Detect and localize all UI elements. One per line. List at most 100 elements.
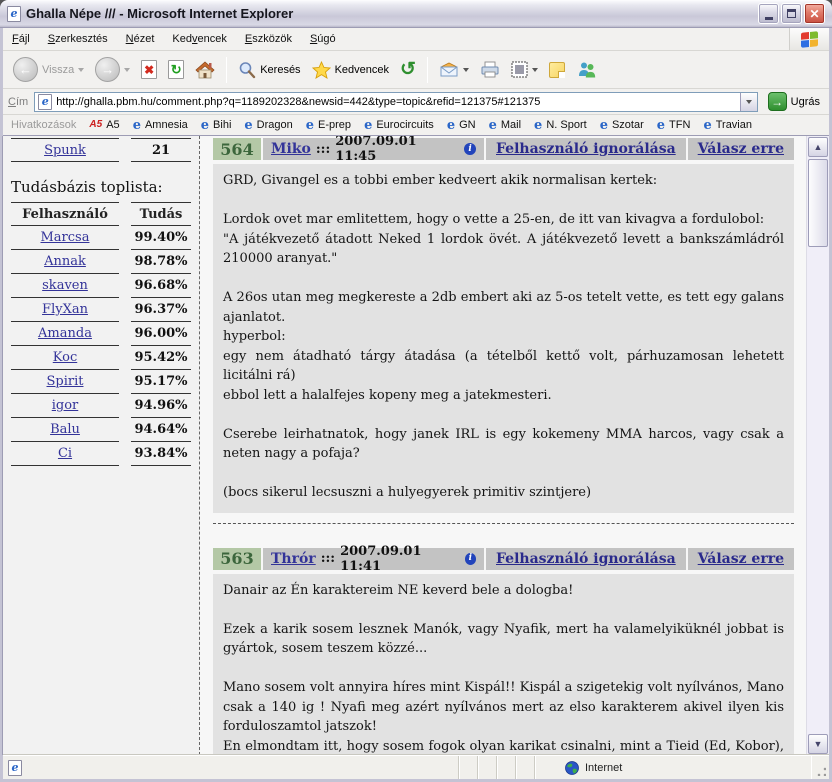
- info-icon[interactable]: i: [464, 143, 476, 155]
- back-button[interactable]: ← Vissza: [9, 55, 88, 84]
- edit-button[interactable]: [507, 59, 542, 80]
- sidebar-user-link[interactable]: Spunk: [44, 143, 86, 158]
- address-dropdown-button[interactable]: [740, 93, 757, 111]
- link-mail[interactable]: eMail: [489, 119, 521, 132]
- sidebar: Spunk 21 Tudásbázis toplista: Felhasznál…: [3, 136, 200, 755]
- post-timestamp: 2007.09.01 11:41: [340, 544, 460, 574]
- minimize-button[interactable]: [758, 3, 779, 24]
- info-icon[interactable]: i: [465, 553, 476, 565]
- messenger-button[interactable]: [572, 59, 601, 80]
- address-label: Cím: [8, 96, 28, 108]
- link-dragon[interactable]: eDragon: [244, 119, 292, 132]
- go-button[interactable]: → Ugrás: [764, 91, 824, 112]
- post-author-link[interactable]: Thrór: [271, 551, 316, 567]
- address-url: http://ghalla.pbm.hu/comment.php?q=11892…: [56, 96, 735, 108]
- ie-e-icon: e: [600, 119, 608, 132]
- link-e-prep[interactable]: eE-prep: [306, 119, 351, 132]
- post-separator-text: :::: [316, 142, 330, 157]
- forward-dropdown-icon: [124, 68, 130, 72]
- back-label: Vissza: [42, 64, 74, 76]
- link-amnesia[interactable]: eAmnesia: [133, 119, 188, 132]
- address-field[interactable]: e http://ghalla.pbm.hu/comment.php?q=118…: [34, 92, 757, 112]
- link-eurocircuits[interactable]: eEurocircuits: [364, 119, 434, 132]
- menu-item-edit[interactable]: Szerkesztés: [39, 28, 117, 50]
- status-bar: e Internet: [3, 755, 829, 779]
- title-bar: e Ghalla Népe /// - Microsoft Internet E…: [0, 0, 832, 28]
- toplist-user-link[interactable]: FlyXan: [42, 302, 88, 317]
- back-dropdown-icon: [78, 68, 84, 72]
- toplist-user-link[interactable]: skaven: [42, 278, 88, 293]
- toplist-user-link[interactable]: igor: [52, 398, 79, 413]
- window-title: Ghalla Népe /// - Microsoft Internet Exp…: [26, 6, 753, 21]
- menu-item-tools[interactable]: Eszközök: [236, 28, 301, 50]
- scrollbar-track[interactable]: [807, 158, 829, 733]
- back-icon: ←: [13, 57, 38, 82]
- status-message-pane: e: [3, 756, 459, 779]
- toplist-row: Spirit 95.17%: [3, 370, 199, 394]
- search-button[interactable]: Keresés: [234, 59, 304, 81]
- toplist-user-cell: Marcsa: [11, 226, 119, 250]
- scroll-down-button[interactable]: ▼: [808, 734, 828, 754]
- refresh-button[interactable]: ↻: [164, 58, 188, 81]
- toplist-value-cell: 95.17%: [131, 370, 191, 394]
- link-bihi[interactable]: eBihi: [201, 119, 232, 132]
- reply-link[interactable]: Válasz erre: [698, 141, 784, 157]
- favorites-button[interactable]: Kedvencek: [308, 59, 393, 81]
- internet-globe-icon: [565, 761, 579, 775]
- address-bar: Cím e http://ghalla.pbm.hu/comment.php?q…: [3, 89, 829, 115]
- link-travian[interactable]: eTravian: [703, 119, 752, 132]
- close-button[interactable]: ✕: [804, 3, 825, 24]
- menu-items: FájlSzerkesztésNézetKedvencekEszközökSúg…: [3, 28, 345, 50]
- toplist-row: FlyXan96.37%: [3, 298, 199, 322]
- link-a5[interactable]: A5A5: [89, 119, 119, 131]
- stop-button[interactable]: ✖: [137, 58, 161, 81]
- posts-container: 564Miko:::2007.09.01 11:45iFelhasználó i…: [213, 138, 794, 755]
- toplist-user-link[interactable]: Ci: [58, 446, 72, 461]
- forum-post: 563Thrór:::2007.09.01 11:41iFelhasználó …: [213, 548, 794, 756]
- main-content: 564Miko:::2007.09.01 11:45iFelhasználó i…: [200, 136, 806, 755]
- toplist-user-cell: skaven: [11, 274, 119, 298]
- toplist-user-link[interactable]: Koc: [53, 350, 77, 365]
- toplist-user-link[interactable]: Amanda: [38, 326, 92, 341]
- link-label: Szotar: [612, 119, 644, 131]
- discuss-button[interactable]: [545, 60, 569, 80]
- toplist-user-link[interactable]: Balu: [50, 422, 80, 437]
- ignore-user-link[interactable]: Felhasználó ignorálása: [496, 551, 676, 567]
- note-icon: [549, 62, 565, 78]
- link-label: Eurocircuits: [376, 119, 433, 131]
- toplist-row: Amanda96.00%: [3, 322, 199, 346]
- forward-button[interactable]: →: [91, 55, 134, 84]
- toplist-header-value: Tudás: [131, 202, 191, 226]
- go-arrow-icon: →: [768, 92, 787, 111]
- toplist-user-cell: igor: [11, 394, 119, 418]
- maximize-button[interactable]: [781, 3, 802, 24]
- reply-link[interactable]: Válasz erre: [698, 551, 784, 567]
- scrollbar-thumb[interactable]: [808, 159, 828, 247]
- windows-logo-box: [789, 28, 829, 50]
- link-tfn[interactable]: eTFN: [657, 119, 691, 132]
- link-szotar[interactable]: e Szotar: [600, 119, 644, 132]
- home-icon: [195, 61, 215, 79]
- menu-item-help[interactable]: Súgó: [301, 28, 345, 50]
- menu-item-favorites[interactable]: Kedvencek: [163, 28, 235, 50]
- resize-grip[interactable]: [811, 756, 829, 779]
- toplist-user-link[interactable]: Marcsa: [41, 230, 90, 245]
- vertical-scrollbar[interactable]: ▲ ▼: [806, 136, 829, 755]
- toplist-user-link[interactable]: Annak: [44, 254, 86, 269]
- scroll-up-button[interactable]: ▲: [808, 137, 828, 157]
- print-button[interactable]: [476, 59, 504, 80]
- ignore-user-link[interactable]: Felhasználó ignorálása: [496, 141, 676, 157]
- toplist-user-link[interactable]: Spirit: [47, 374, 84, 389]
- toplist-row: Ci93.84%: [3, 442, 199, 466]
- link-gn[interactable]: eGN: [447, 119, 476, 132]
- mail-button[interactable]: [435, 60, 473, 79]
- link-n-sport[interactable]: eN. Sport: [534, 119, 587, 132]
- toplist-value-cell: 94.64%: [131, 418, 191, 442]
- history-button[interactable]: ↺: [396, 58, 420, 81]
- home-button[interactable]: [191, 59, 219, 81]
- status-segment: [516, 756, 535, 779]
- link-label: TFN: [669, 119, 690, 131]
- menu-item-file[interactable]: Fájl: [3, 28, 39, 50]
- menu-item-view[interactable]: Nézet: [117, 28, 164, 50]
- post-author-link[interactable]: Miko: [271, 141, 311, 157]
